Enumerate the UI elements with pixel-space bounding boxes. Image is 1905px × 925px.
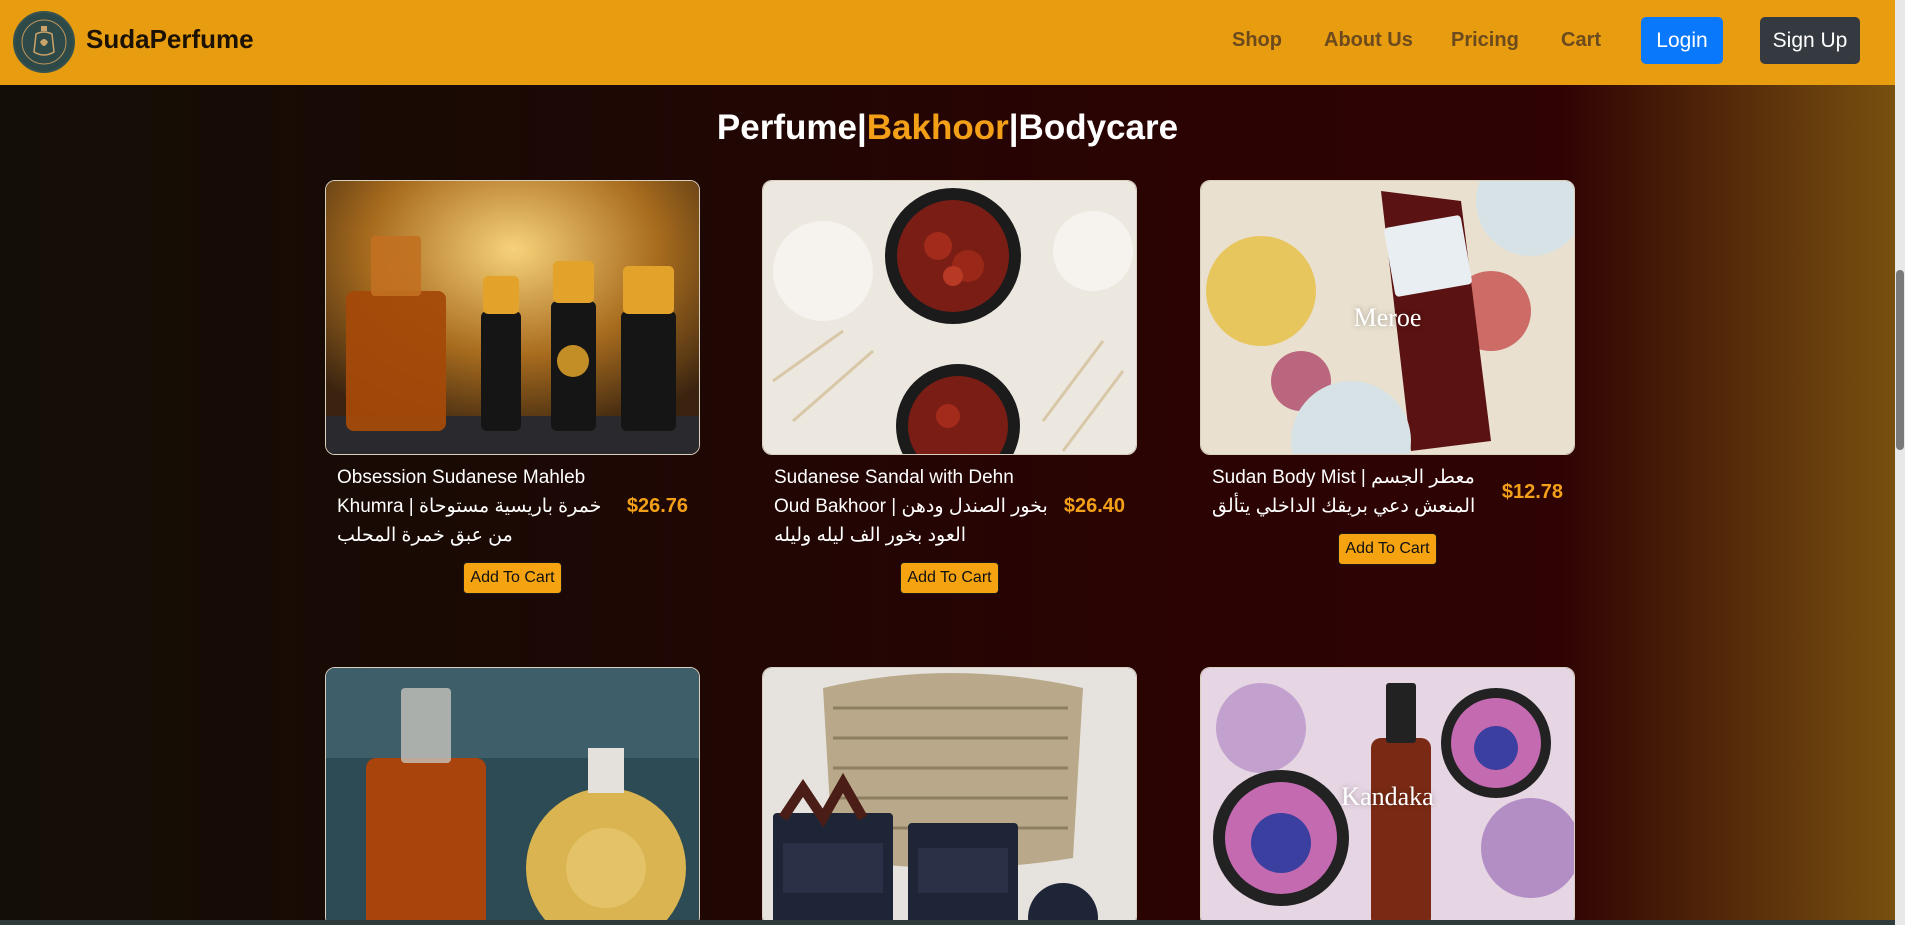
- product-image[interactable]: [325, 667, 700, 925]
- product-price: $12.78: [1501, 480, 1563, 503]
- nav-cart[interactable]: Cart: [1561, 29, 1601, 52]
- product-card: [762, 667, 1137, 925]
- nav-about-us[interactable]: About Us: [1324, 29, 1413, 52]
- add-to-cart-button[interactable]: Add To Cart: [463, 562, 562, 594]
- title-bodycare: Bodycare: [1018, 108, 1179, 147]
- login-button[interactable]: Login: [1641, 17, 1723, 64]
- product-image[interactable]: [762, 667, 1137, 925]
- scrollbar[interactable]: [1895, 0, 1905, 925]
- nav-pricing[interactable]: Pricing: [1451, 29, 1519, 52]
- product-image-label: Meroe: [1353, 302, 1422, 332]
- add-to-cart-button[interactable]: Add To Cart: [900, 562, 999, 594]
- signup-button[interactable]: Sign Up: [1760, 17, 1860, 64]
- product-info: Obsession Sudanese Mahleb Khumra | خمرة …: [325, 455, 700, 550]
- product-image[interactable]: Kandaka: [1200, 667, 1575, 925]
- title-perfume: Perfume: [716, 108, 857, 147]
- title-separator: |: [856, 108, 867, 147]
- product-card: Obsession Sudanese Mahleb Khumra | خمرة …: [325, 180, 700, 594]
- product-info: Sudan Body Mist | معطر الجسم المنعش دعي …: [1200, 455, 1575, 521]
- nav-links: Shop About Us Pricing Cart: [0, 0, 1905, 85]
- product-name[interactable]: Sudanese Sandal with Dehn Oud Bakhoor | …: [774, 463, 1054, 550]
- product-info: Sudanese Sandal with Dehn Oud Bakhoor | …: [762, 455, 1137, 550]
- scrollbar-thumb[interactable]: [1896, 270, 1904, 450]
- title-bakhoor: Bakhoor: [866, 108, 1009, 147]
- product-card: [325, 667, 700, 925]
- product-card: Sudanese Sandal with Dehn Oud Bakhoor | …: [762, 180, 1137, 594]
- product-price: $26.40: [1063, 495, 1125, 517]
- product-image[interactable]: [325, 180, 700, 455]
- product-name[interactable]: Obsession Sudanese Mahleb Khumra | خمرة …: [337, 463, 617, 550]
- product-price: $26.76: [626, 495, 688, 517]
- title-separator: |: [1008, 108, 1019, 147]
- section-title: Perfume|Bakhoor|Bodycare: [0, 108, 1895, 148]
- product-image[interactable]: Meroe: [1200, 180, 1575, 455]
- product-image-label: Kandaka: [1341, 782, 1434, 811]
- bottom-bar: [0, 920, 1895, 925]
- add-to-cart-button[interactable]: Add To Cart: [1338, 533, 1437, 565]
- product-card: Kandaka: [1200, 667, 1575, 925]
- product-card: Meroe Sudan Body Mist | معطر الجسم المنع…: [1200, 180, 1575, 565]
- product-image[interactable]: [762, 180, 1137, 455]
- navbar: SudaPerfume Shop About Us Pricing Cart L…: [0, 0, 1905, 85]
- product-name[interactable]: Sudan Body Mist | معطر الجسم المنعش دعي …: [1212, 463, 1492, 521]
- nav-shop[interactable]: Shop: [1232, 29, 1282, 52]
